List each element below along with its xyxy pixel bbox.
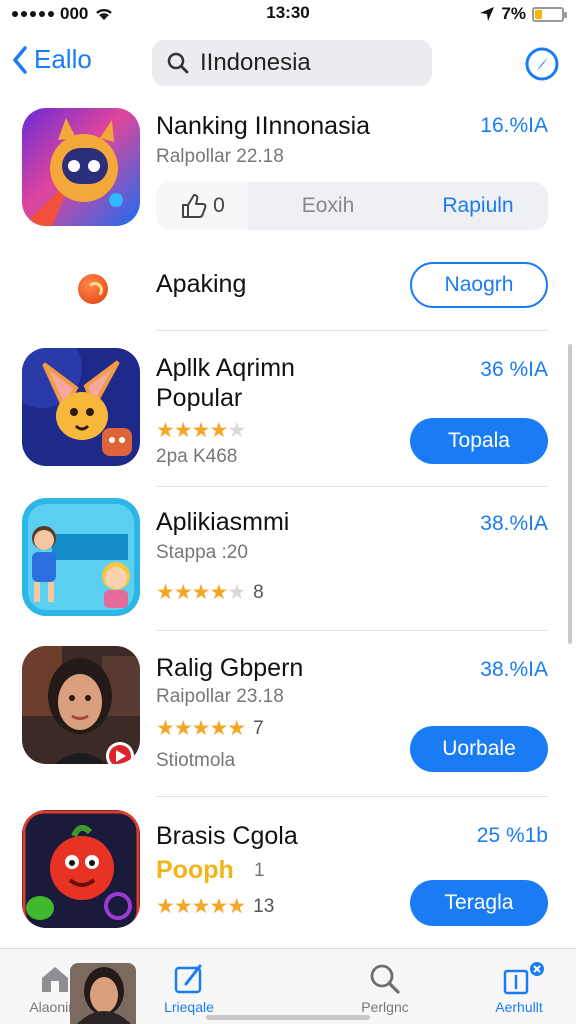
rating-count: 8 (253, 581, 264, 603)
app-meta: Stiotmola (156, 750, 236, 771)
rating-stars: ★★★★★ 13 (156, 895, 275, 918)
search-field[interactable]: IIndonesia (152, 40, 432, 86)
app-size: 38.%IA (480, 512, 548, 535)
tab-edit[interactable]: Lrieqale (134, 959, 244, 1015)
featured-segmented-control: 0 Eoxih Rapiuln (156, 182, 548, 230)
rating-count: 13 (253, 895, 275, 917)
thumb-up-icon (182, 194, 207, 218)
rating-count: 7 (253, 717, 264, 739)
app-category: Popular (156, 384, 243, 412)
list-item[interactable]: Brasis Cgola Pooph 1 25 %1b ★★★★★ 13 Tera… (0, 810, 576, 940)
tab-label: Lrieqale (164, 999, 214, 1015)
list-item[interactable]: Apllk Aqrimn Popular 36 %IA ★★★★★ 2pa K4… (0, 346, 576, 476)
tab-updates[interactable]: Aerhullt (464, 959, 574, 1015)
app-tagline: Pooph (156, 856, 234, 884)
list-item[interactable]: Aplikiasmmi Stappa :20 38.%IA ★★★★★ 8 (0, 498, 576, 628)
segment-like[interactable]: 0 (156, 182, 248, 230)
tab-search[interactable]: Perlgnc (330, 959, 440, 1015)
app-icon (22, 498, 140, 616)
app-size: 38.%IA (480, 658, 548, 681)
get-button[interactable]: Teragla (410, 880, 548, 926)
apaking-label: Apaking (156, 270, 247, 298)
apaking-button[interactable]: Naogrh (410, 262, 548, 308)
home-icon (42, 967, 68, 992)
search-query: IIndonesia (200, 49, 311, 76)
app-icon (22, 810, 140, 928)
search-icon (370, 964, 400, 994)
app-badge-icon (78, 274, 108, 304)
app-size: 36 %IA (480, 358, 548, 381)
app-icon (22, 646, 140, 764)
battery-percent: 7% (501, 4, 526, 23)
tagline-count: 1 (254, 860, 265, 881)
featured-size: 16.%IA (480, 114, 548, 137)
app-meta: 2pa K468 (156, 446, 238, 467)
rating-stars: ★★★★★ 7 (156, 717, 264, 740)
tab-label: Aerhullt (495, 999, 543, 1015)
app-title: Aplikiasmmi (156, 508, 290, 536)
status-right: 7% (479, 4, 567, 24)
apaking-row[interactable]: Apaking Naogrh (0, 258, 576, 314)
list-divider (156, 330, 548, 331)
app-title: Apllk Aqrimn (156, 354, 295, 382)
tab-bar: Alaonire Lrieqale Perlgnc Aerhullt (0, 948, 576, 1024)
segment-middle[interactable]: Eoxih (248, 194, 408, 218)
list-divider (156, 486, 548, 487)
battery-icon (532, 6, 567, 22)
app-title: Ralig Gbpern (156, 654, 304, 682)
rating-stars: ★★★★★ 8 (156, 581, 264, 604)
list-divider (156, 630, 548, 631)
app-subtitle: Raipollar 23.18 (156, 686, 284, 707)
updates-icon (503, 962, 544, 995)
tab-avatar (70, 963, 136, 1024)
featured-title: Nanking IInnonasia (156, 112, 371, 140)
location-arrow-icon (480, 7, 495, 21)
back-button[interactable]: Eallo (12, 44, 92, 75)
get-button[interactable]: Uorbale (410, 726, 548, 772)
scrollbar[interactable] (568, 344, 572, 644)
like-count: 0 (213, 194, 225, 217)
search-icon (167, 52, 189, 74)
compass-icon[interactable] (524, 46, 560, 82)
list-item[interactable]: Ralig Gbpern Raipollar 23.18 38.%IA ★★★★… (0, 646, 576, 776)
home-indicator (206, 1015, 370, 1020)
app-icon (22, 348, 140, 466)
featured-subtitle: Ralpollar 22.18 (156, 146, 284, 167)
status-bar: 000 13:30 7% (0, 0, 576, 26)
featured-app-icon (22, 108, 140, 226)
chevron-left-icon (13, 45, 27, 74)
rating-stars: ★★★★★ (156, 419, 246, 442)
segment-action[interactable]: Rapiuln (408, 194, 548, 218)
navigation-bar: Eallo IIndonesia (0, 38, 576, 88)
app-subtitle: Stappa :20 (156, 542, 248, 563)
back-label: Eallo (34, 44, 92, 74)
featured-app[interactable]: Nanking IInnonasia Ralpollar 22.18 16.%I… (0, 108, 576, 238)
list-divider (156, 796, 548, 797)
tab-label: Perlgnc (361, 999, 409, 1015)
app-size: 25 %1b (476, 824, 548, 847)
app-title: Brasis Cgola (156, 822, 298, 850)
get-button[interactable]: Topala (410, 418, 548, 464)
edit-icon (174, 964, 202, 994)
